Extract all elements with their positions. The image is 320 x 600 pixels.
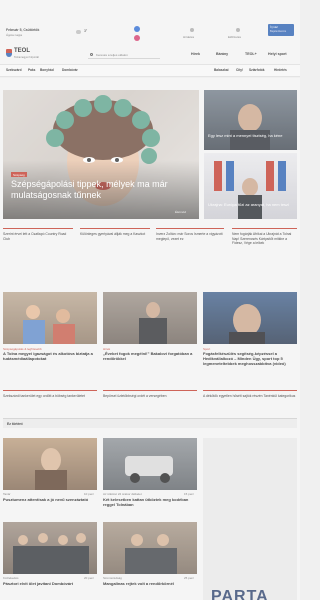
side-article-image[interactable]: Ukrajna: Európa fűzi az aranyat, ha nem …: [204, 153, 297, 219]
list-item-title: Inverz Zoltán: már Soros Ismerte a vigyá…: [156, 232, 223, 241]
article-title[interactable]: Pusztumenz attentisak a jó nevű szenzázt…: [3, 497, 97, 503]
article-image[interactable]: [103, 292, 197, 344]
photo-people: [125, 534, 177, 574]
article-image[interactable]: [103, 438, 197, 490]
article-meta: 25 perc: [184, 576, 195, 580]
photo-children: [23, 305, 75, 344]
article-image[interactable]: [3, 292, 97, 344]
subnav-item[interactable]: Szekszárd: [6, 68, 22, 72]
article-title[interactable]: „Éveket fogok megélni!” Bakalovi forgató…: [103, 351, 197, 362]
article-meta: 15 perc: [184, 492, 195, 496]
article-meta: 20 perc: [84, 576, 95, 580]
list-item[interactable]: Különleges gyertyával állják meg a Kaszk…: [80, 228, 150, 256]
contact-label[interactable]: Hirdetés: [183, 35, 194, 39]
side-article-title[interactable]: Egy lesz mint a mennyei tisztség, ha kén…: [208, 133, 293, 139]
article-title[interactable]: Fogásfelkészülés segítség-képzéssel a He…: [203, 351, 297, 366]
list-item[interactable]: Inverz Zoltán: már Soros Ismerte a vigyá…: [156, 228, 224, 256]
list-item-title: Nem fogárják Afrikai a Ukrajnát a Tolnai…: [232, 232, 292, 246]
list-item-title: Szekszárdi tankerület egy ordött a böbsé…: [3, 394, 85, 398]
contact-icon[interactable]: [190, 28, 194, 32]
side-article-title[interactable]: Ukrajna: Európa fűzi az aranyat, ha nem …: [208, 202, 293, 208]
search-input[interactable]: Keresés a teljes oldalon: [96, 53, 128, 57]
search-icon[interactable]: [90, 53, 93, 56]
ad-banner[interactable]: PARTA: [203, 438, 297, 600]
article-image[interactable]: [3, 522, 97, 574]
photo-athlete: [229, 304, 265, 344]
subscribe-label[interactable]: Előfizetés: [228, 35, 241, 39]
photo-teacher: [35, 448, 67, 490]
list-item-title: A dékötők egyetlen hőséti sajtók részén …: [203, 394, 296, 398]
hero-title[interactable]: Szépségápolási tippek, mélyek ma már mul…: [11, 179, 181, 201]
article-title[interactable]: A Tolna megyei igazságot és alkotóva biz…: [3, 351, 97, 362]
subnav-item[interactable]: Sztárfotók: [249, 68, 265, 72]
article-tag: Közlekedés: [3, 576, 19, 580]
date-label: Február 5, Csütörtök: [6, 28, 40, 32]
article-title[interactable]: Pásztori elvit ölet javítani Dombóvárt: [3, 581, 97, 587]
article-title[interactable]: Két kelesetben kattan ütköztek meg kodéb…: [103, 497, 197, 508]
login-button[interactable]: Írj ide! Bejelentkezés: [268, 24, 294, 36]
login-sub: Bejelentkezés: [270, 30, 287, 33]
list-item-title: Bepörsel üzletöbbségi ordét a versegében: [103, 394, 167, 398]
subnav-item[interactable]: Hirdetés: [274, 68, 287, 72]
section-header: Ez történt: [3, 418, 297, 428]
subscribe-icon[interactable]: [236, 28, 240, 32]
photo-group: [13, 533, 89, 574]
list-item[interactable]: Szekszárdi tankerület egy ordött a böbsé…: [3, 390, 97, 412]
article-meta: 10 perc: [84, 492, 95, 496]
list-item[interactable]: A dékötők egyetlen hőséti sajtók részén …: [203, 390, 297, 412]
article-image[interactable]: [3, 438, 97, 490]
subnav-item[interactable]: Dombóvár: [62, 68, 78, 72]
weather-temp: 3°: [84, 29, 88, 33]
hero-meta: Életmód: [175, 210, 187, 214]
list-item-title: Szerint érvei lett a Csatlapó Country Ro…: [3, 232, 67, 241]
nav-second[interactable]: Bárány: [216, 52, 228, 56]
logo-icon[interactable]: [6, 49, 12, 57]
article-tag: Tanár: [3, 492, 11, 496]
instagram-icon[interactable]: [134, 35, 140, 41]
nav-plus[interactable]: TEOL+: [245, 52, 257, 56]
nav-sport[interactable]: Helyi sport: [268, 52, 287, 56]
subnav-item[interactable]: Paks: [28, 68, 35, 72]
side-article-image[interactable]: Egy lesz mint a mennyei tisztség, ha kén…: [204, 90, 297, 150]
article-image[interactable]: [203, 292, 297, 344]
nav-news[interactable]: Hírek: [191, 52, 200, 56]
side-photo-2: [214, 161, 286, 219]
section-label: Ez történt: [7, 421, 23, 426]
photo-crash: [125, 456, 173, 483]
header-bar: [0, 0, 300, 67]
article-image[interactable]: [103, 522, 197, 574]
list-item[interactable]: Nem fogárják Afrikai a Ukrajnát a Tolnai…: [232, 228, 297, 256]
list-item[interactable]: Szerint érvei lett a Csatlapó Country Ro…: [3, 228, 73, 256]
list-item-title: Különleges gyertyával állják meg a Kaszk…: [80, 232, 146, 236]
subnav-item[interactable]: Balaszkai: [214, 68, 229, 72]
article-tag: Szomszédság: [103, 576, 122, 580]
subnav-item[interactable]: City!: [236, 68, 243, 72]
ad-text: PARTA: [211, 588, 269, 600]
hero-tag: Szépség: [11, 172, 27, 177]
list-item[interactable]: Bepörsel üzletöbbségi ordét a versegében: [103, 390, 197, 412]
logo-text[interactable]: TEOL: [14, 48, 30, 54]
side-photo-1: [230, 104, 270, 150]
article-tag: Az ütközet 22 órakor délkelet: [103, 492, 142, 496]
subnav-item[interactable]: Bonyhád: [40, 68, 54, 72]
photo-officer: [139, 302, 167, 344]
article-title[interactable]: Mangalinas rejtek volt a rendőrkörnél: [103, 581, 197, 587]
date-sub: Ágota napja: [6, 33, 23, 37]
facebook-icon[interactable]: [134, 26, 140, 32]
logo-sub: Tolnamegyei hírportál: [14, 56, 39, 59]
hero-image[interactable]: Szépség Szépségápolási tippek, mélyek ma…: [3, 90, 199, 219]
weather-icon: [76, 30, 81, 34]
